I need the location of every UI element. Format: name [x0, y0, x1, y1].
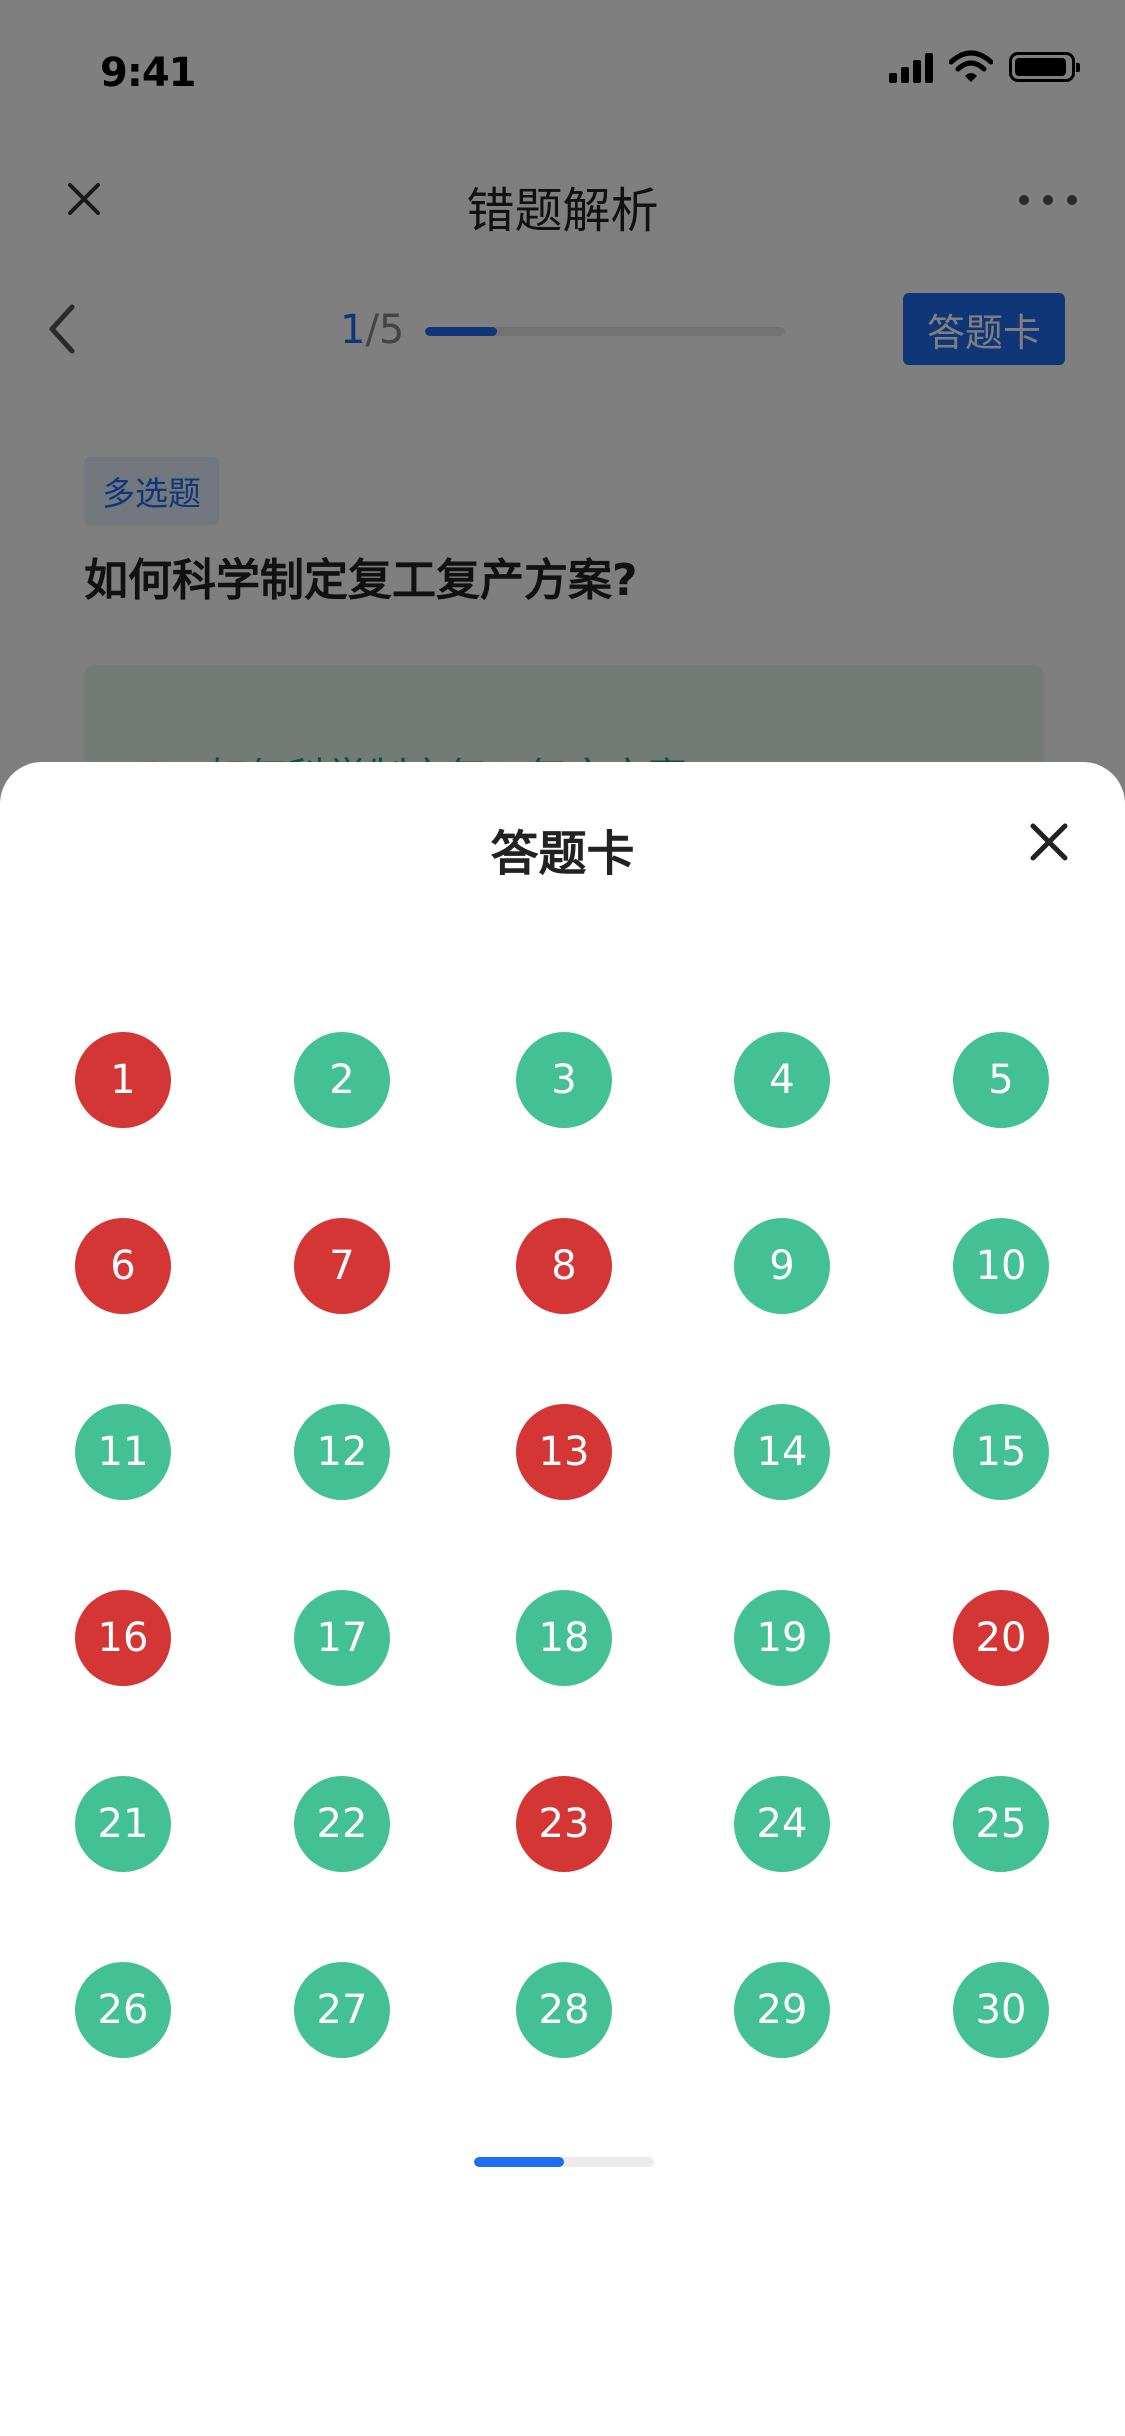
question-number-button[interactable]: 17: [294, 1590, 390, 1686]
question-number-button[interactable]: 20: [953, 1590, 1049, 1686]
page-indicator-fill: [474, 2157, 564, 2167]
question-number-button[interactable]: 11: [75, 1404, 171, 1500]
question-number-button[interactable]: 5: [953, 1032, 1049, 1128]
question-number-button[interactable]: 27: [294, 1962, 390, 2058]
question-number-button[interactable]: 13: [516, 1404, 612, 1500]
question-number-button[interactable]: 10: [953, 1218, 1049, 1314]
question-number-button[interactable]: 26: [75, 1962, 171, 2058]
question-number-button[interactable]: 25: [953, 1776, 1049, 1872]
question-number-button[interactable]: 1: [75, 1032, 171, 1128]
question-number-button[interactable]: 8: [516, 1218, 612, 1314]
question-number-button[interactable]: 12: [294, 1404, 390, 1500]
question-number-button[interactable]: 18: [516, 1590, 612, 1686]
question-number-button[interactable]: 24: [734, 1776, 830, 1872]
question-number-button[interactable]: 2: [294, 1032, 390, 1128]
question-number-button[interactable]: 6: [75, 1218, 171, 1314]
question-number-button[interactable]: 15: [953, 1404, 1049, 1500]
question-number-button[interactable]: 7: [294, 1218, 390, 1314]
question-number-button[interactable]: 23: [516, 1776, 612, 1872]
question-number-button[interactable]: 29: [734, 1962, 830, 2058]
question-number-button[interactable]: 30: [953, 1962, 1049, 2058]
question-number-button[interactable]: 16: [75, 1590, 171, 1686]
page-indicator: [474, 2157, 654, 2167]
question-grid: 1 2 3 4 5 6 7 8 9 10 11 12 13 14 15 16 17 18 19 20 21 22 23 24 2…: [0, 762, 1125, 2436]
answer-card-sheet: 答题卡 1 2 3 4 5 6 7 8 9 10 11 12 13 14 15 16 17 18 19 20 21 22 2…: [0, 762, 1125, 2436]
screen: 9:41 错题解析 1/5: [0, 0, 1125, 2436]
question-number-button[interactable]: 28: [516, 1962, 612, 2058]
question-number-button[interactable]: 9: [734, 1218, 830, 1314]
question-number-button[interactable]: 22: [294, 1776, 390, 1872]
question-number-button[interactable]: 21: [75, 1776, 171, 1872]
question-number-button[interactable]: 4: [734, 1032, 830, 1128]
question-number-button[interactable]: 14: [734, 1404, 830, 1500]
question-number-button[interactable]: 3: [516, 1032, 612, 1128]
question-number-button[interactable]: 19: [734, 1590, 830, 1686]
